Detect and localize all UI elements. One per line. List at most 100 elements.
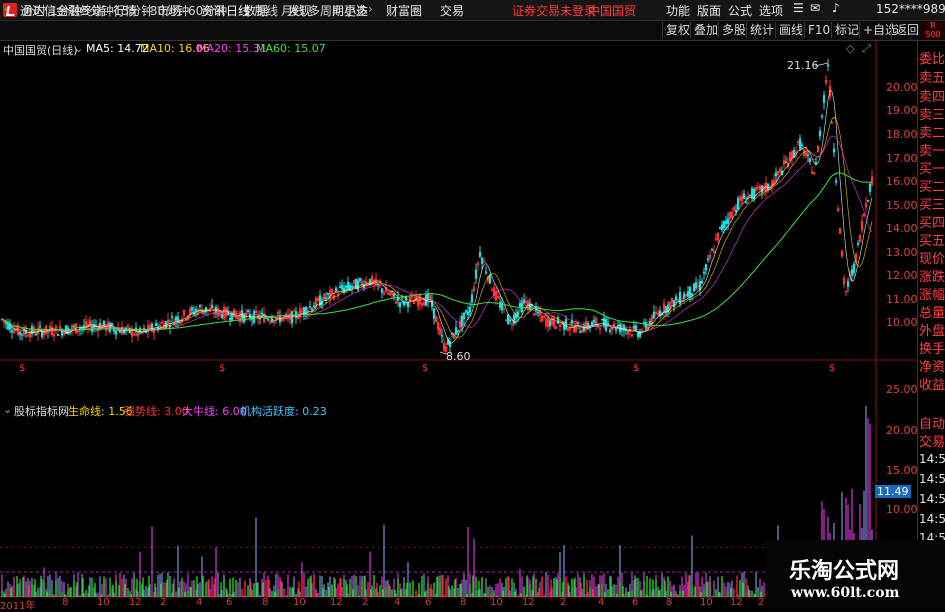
candle-body — [480, 257, 484, 264]
candle-body — [722, 221, 726, 229]
quote-field-label: 总量 — [919, 306, 945, 321]
x-tick: 12 — [522, 597, 535, 608]
chart-title: 中国国贸(日线) — [3, 44, 78, 57]
kline-chart[interactable]: $ $ $ $ $ — [0, 41, 917, 609]
candle-body — [578, 331, 582, 333]
signal-marker: $ — [633, 363, 639, 374]
toolbar-button[interactable]: 统计 — [746, 22, 777, 38]
activity-label: 机构活跃度: 0.23 — [240, 405, 327, 418]
price-tick: 13.00 — [886, 246, 918, 259]
period-tab-active[interactable]: 日线 — [226, 2, 250, 19]
candle-body — [292, 310, 296, 312]
candle-body — [82, 325, 86, 328]
auto-trade-label[interactable]: 自动 — [919, 413, 945, 432]
price-tick: 15.00 — [886, 199, 918, 212]
candle-body — [358, 278, 362, 281]
quote-field-label: 买三 — [919, 198, 945, 213]
sub-tick: 25.00 — [886, 383, 918, 396]
candle-body — [346, 282, 350, 289]
x-tick: 12 — [129, 597, 142, 608]
candle-body — [56, 333, 60, 336]
menu-item-layout[interactable]: 版面 — [697, 2, 721, 19]
candle-body — [456, 330, 460, 332]
chevron-down-icon[interactable]: ⌄ — [3, 403, 12, 416]
period-tab[interactable]: 周线 — [254, 2, 278, 19]
period-tab[interactable]: 15分钟 — [114, 2, 153, 19]
toolbar-button[interactable]: 返回 — [891, 22, 922, 38]
candle-body — [614, 328, 618, 331]
toolbar-button[interactable]: 叠加 — [690, 22, 721, 38]
candle-body — [246, 310, 250, 313]
period-tab[interactable]: 1分钟 — [50, 2, 82, 19]
quote-field-label: 卖五 — [919, 71, 945, 86]
quote-field-label: 净资 — [919, 360, 945, 375]
period-tab[interactable]: 60分钟 — [188, 2, 227, 19]
settings-icon[interactable]: ✉ — [810, 1, 820, 15]
candle-body — [850, 269, 854, 276]
menu-icon[interactable]: ☰ — [793, 1, 804, 15]
candle-body — [710, 249, 714, 251]
chevron-right-icon[interactable]: › — [368, 2, 373, 16]
period-tab[interactable]: 月线 — [281, 2, 305, 19]
quote-field-label: 买四 — [919, 216, 945, 231]
chevron-down-icon[interactable]: ⌄ — [74, 42, 83, 55]
candle-body — [706, 258, 710, 260]
toolbar-button[interactable]: F10 — [804, 22, 833, 38]
menu-item-formula[interactable]: 公式 — [728, 2, 752, 19]
user-account[interactable]: 152****9892 — [876, 2, 945, 16]
menu-item-function[interactable]: 功能 — [666, 2, 690, 19]
candle-body — [744, 201, 748, 204]
period-tab[interactable]: 更多 — [344, 2, 368, 19]
candle-body — [686, 291, 690, 297]
candle-body — [154, 323, 158, 326]
sub-tick: 10.00 — [886, 503, 918, 516]
x-tick: 4 — [394, 597, 401, 608]
candle-body — [310, 307, 314, 311]
candle-body — [338, 286, 342, 289]
price-tick: 12.00 — [886, 269, 918, 282]
candle-body — [228, 318, 232, 321]
x-tick: 2011年 — [0, 601, 36, 612]
menu-item-options[interactable]: 选项 — [759, 2, 783, 19]
candle-body — [34, 333, 38, 336]
candle-body — [484, 271, 488, 274]
candle-body — [562, 321, 566, 330]
period-tab[interactable]: 分时 — [22, 2, 46, 19]
toolbar-button[interactable]: 标记 — [831, 22, 862, 38]
candle-body — [10, 330, 14, 333]
candle-body — [488, 274, 492, 284]
login-notice[interactable]: 证券交易未登录 — [512, 2, 596, 19]
auto-trade-label[interactable]: 交易 — [919, 431, 945, 450]
candle-body — [818, 130, 822, 137]
quote-field-label: 委比 — [919, 52, 945, 67]
candle-body — [516, 311, 520, 317]
menu-item-wealth[interactable]: 财富圈 — [386, 2, 422, 19]
period-tab[interactable]: 多周期 — [308, 2, 344, 19]
candle-body — [170, 315, 174, 318]
price-tick: 11.00 — [886, 293, 918, 306]
toolbar-button[interactable]: 多股 — [718, 22, 749, 38]
candle-body — [590, 322, 594, 326]
candle-body — [398, 302, 402, 308]
toolbar-button[interactable]: 复权 — [662, 22, 693, 38]
stock-tag: 中国国贸 — [588, 4, 637, 18]
diamond-icon[interactable]: ◇ — [846, 42, 854, 55]
toolbar-button[interactable]: 画线 — [775, 22, 806, 38]
candle-body — [478, 251, 482, 257]
period-tab[interactable]: 5分钟 — [82, 2, 114, 19]
menu-item-trade[interactable]: 交易 — [440, 2, 464, 19]
expand-icon[interactable]: ⤢ — [862, 42, 871, 56]
quote-field-label: 换手 — [919, 342, 945, 357]
candle-body — [760, 185, 764, 193]
period-tab[interactable]: 30分钟 — [150, 2, 189, 19]
candle-body — [102, 320, 106, 327]
bell-icon[interactable]: ♪ — [832, 1, 840, 15]
candle-body — [440, 335, 444, 337]
candle-body — [636, 332, 640, 337]
quote-field-label: 涨跌 — [919, 270, 945, 285]
quote-field-label: 涨幅 — [919, 288, 945, 303]
candle-body — [806, 154, 810, 157]
chevron-left-icon[interactable]: ‹ — [4, 2, 9, 16]
x-tick: 8 — [460, 597, 467, 608]
x-tick: 8 — [666, 597, 673, 608]
